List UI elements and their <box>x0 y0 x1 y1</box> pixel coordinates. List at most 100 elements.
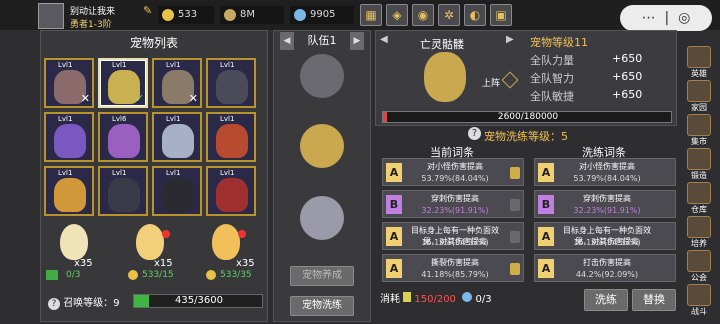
pet-exp-text: 2600/180000 <box>497 112 559 122</box>
lock-icon[interactable] <box>510 231 520 243</box>
pet-level-label: Lvl1 <box>112 61 127 69</box>
trait-value: 41.18%(85.79%) <box>421 270 489 279</box>
team-slot-2[interactable] <box>300 124 344 168</box>
wash-level: 宠物洗练等级：5 <box>484 130 568 143</box>
pet-level-label: Lvl1 <box>220 169 235 177</box>
player-name: 别动让我来 <box>70 7 116 17</box>
summon-level: ? 召唤等级：9 <box>48 294 120 310</box>
game-pad-icon[interactable]: ◉ <box>412 4 434 26</box>
video-icon <box>46 270 58 280</box>
side-menu-home[interactable]: 家园 <box>684 80 714 114</box>
side-menu-label: 培养 <box>691 239 707 248</box>
event-icon[interactable]: ◐ <box>464 4 486 26</box>
pet-cell[interactable]: Lvl1 <box>206 112 256 162</box>
lock-icon[interactable] <box>510 263 520 275</box>
side-menu-label: 锻造 <box>691 171 707 180</box>
pet-cell[interactable]: Lvl1 <box>98 166 148 216</box>
avatar[interactable] <box>38 3 64 29</box>
egg-slot-2[interactable] <box>122 222 182 276</box>
pet-cell[interactable]: Lvl1 ✓ <box>98 58 148 108</box>
diamond-resource: 9905 <box>290 6 354 24</box>
pet-portrait <box>54 178 86 212</box>
pet-level-label: Lvl1 <box>220 61 235 69</box>
trait-row[interactable]: A 目标身上每有一种负面效果，对其伤害提高 16.19%(84.33%) <box>382 222 524 250</box>
side-menu-train[interactable]: 培养 <box>684 216 714 250</box>
trait-name: 撕裂伤害提高 <box>431 258 479 267</box>
lock-icon[interactable] <box>510 167 520 179</box>
trait-value: 32.23%(91.91%) <box>573 206 641 215</box>
pet-level-label: Lvl1 <box>166 61 181 69</box>
question-icon[interactable]: ? <box>468 127 481 140</box>
next-team-button[interactable]: ▶ <box>350 32 364 50</box>
remove-icon: ✕ <box>188 92 198 105</box>
trait-name: 对小怪伤害提高 <box>579 162 635 171</box>
side-menu-battle[interactable]: 战斗 <box>684 284 714 318</box>
edit-icon[interactable]: ✎ <box>143 4 152 17</box>
trait-row[interactable]: A 撕裂伤害提高 41.18%(85.79%) <box>382 254 524 282</box>
stat-label: 全队力量 <box>530 54 574 67</box>
pet-level-label: Lvl1 <box>166 169 181 177</box>
wash-cost: 消耗 150/200 0/3 <box>380 292 492 305</box>
pet-cell[interactable]: Lvl1 ✕ <box>44 58 94 108</box>
pet-cell[interactable]: Lvl1 <box>44 112 94 162</box>
notification-dot <box>162 230 170 238</box>
trait-grade-badge: A <box>386 259 402 278</box>
side-menu-label: 仓库 <box>691 205 707 214</box>
question-icon[interactable]: ? <box>48 298 60 310</box>
trait-row[interactable]: A 对小怪伤害提高 53.79%(84.04%) <box>382 158 524 186</box>
replace-button[interactable]: 替换 <box>632 289 676 311</box>
pet-level-label: Lvl6 <box>112 115 127 123</box>
side-menu-guild[interactable]: 公会 <box>684 250 714 284</box>
pet-cell[interactable]: Lvl1 ✕ <box>152 58 202 108</box>
trait-value: 32.23%(91.91%) <box>421 206 489 215</box>
team-slot-1[interactable] <box>300 54 344 98</box>
pet-cell[interactable]: Lvl1 <box>152 166 202 216</box>
remove-icon: ✕ <box>80 92 90 105</box>
chest-icon[interactable]: ▣ <box>490 4 512 26</box>
side-menu-hero[interactable]: 英雄 <box>684 46 714 80</box>
pet-portrait <box>162 178 194 212</box>
trait-grade-badge: B <box>538 195 554 214</box>
pet-portrait <box>424 52 466 102</box>
egg-icon <box>136 224 164 260</box>
trait-value: 16.19%(84.33%) <box>573 238 641 247</box>
pet-cell[interactable]: Lvl1 <box>206 166 256 216</box>
mini-program-capsule[interactable]: ⋯ | ◎ <box>620 5 712 31</box>
trait-row[interactable]: B 穿刺伤害提高 32.23%(91.91%) <box>382 190 524 218</box>
settings-icon[interactable]: ✲ <box>438 4 460 26</box>
pet-summon-button[interactable]: 宠物养成 <box>290 266 354 286</box>
pet-level-label: Lvl1 <box>112 169 127 177</box>
prev-pet-arrow[interactable]: ◀ <box>380 34 390 46</box>
pet-cell[interactable]: Lvl6 <box>98 112 148 162</box>
deploy-label: 上阵 <box>482 79 501 89</box>
side-menu-forge[interactable]: 锻造 <box>684 148 714 182</box>
coin-icon <box>128 270 138 280</box>
pet-cell[interactable]: Lvl1 <box>206 58 256 108</box>
side-menu-label: 公会 <box>691 273 707 282</box>
pet-cell[interactable]: Lvl1 <box>152 112 202 162</box>
trait-name: 穿刺伤害提高 <box>583 194 631 203</box>
shop-icon[interactable]: ▦ <box>360 4 382 26</box>
pet-portrait <box>162 124 194 158</box>
pet-portrait <box>216 178 248 212</box>
check-icon: ✓ <box>134 92 144 105</box>
home-icon <box>687 80 711 102</box>
side-menu-market[interactable]: 集市 <box>684 114 714 148</box>
side-menu-warehouse[interactable]: 仓库 <box>684 182 714 216</box>
wash-button[interactable]: 洗练 <box>584 289 628 311</box>
pet-wash-button[interactable]: 宠物洗练 <box>290 296 354 316</box>
side-menu-label: 英雄 <box>691 69 707 78</box>
team-slot-3[interactable] <box>300 196 344 240</box>
lock-icon[interactable] <box>510 199 520 211</box>
trait-row: A 打击伤害提高 44.2%(92.09%) <box>534 254 676 282</box>
gift-icon[interactable]: ◈ <box>386 4 408 26</box>
pet-portrait <box>108 178 140 212</box>
next-pet-arrow[interactable]: ▶ <box>506 34 516 46</box>
warehouse-icon <box>687 182 711 204</box>
stat-label: 全队敏捷 <box>530 90 574 103</box>
trait-grade-badge: A <box>538 259 554 278</box>
trait-value: 53.79%(84.04%) <box>573 174 641 183</box>
pet-level: 宠物等级11 <box>530 36 588 49</box>
pet-cell[interactable]: Lvl1 <box>44 166 94 216</box>
forge-icon <box>687 148 711 170</box>
